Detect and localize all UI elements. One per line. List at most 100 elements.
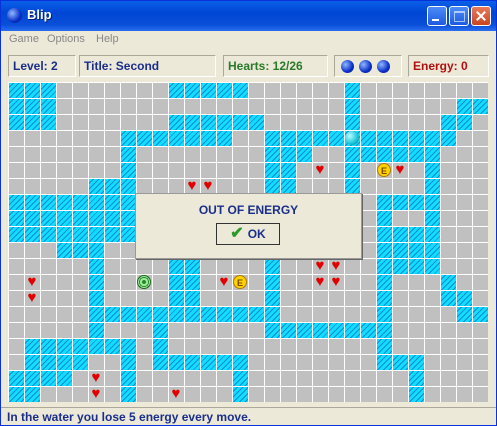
heart-icon: ♥ (395, 161, 405, 178)
water-tile (88, 274, 104, 290)
heart-icon: ♥ (91, 385, 101, 402)
water-tile (168, 274, 200, 290)
water-tile (264, 130, 456, 146)
heart-icon: ♥ (331, 273, 341, 290)
water-tile (376, 338, 392, 354)
heart-icon: ♥ (27, 273, 37, 290)
checkmark-icon: ✔ (230, 225, 244, 242)
water-tile (424, 162, 440, 178)
heart-icon: ♥ (315, 257, 325, 274)
target-icon (137, 275, 151, 289)
water-tile (344, 114, 360, 130)
menu-help[interactable]: Help (96, 33, 119, 45)
water-tile (376, 274, 392, 290)
heart-icon: ♥ (315, 161, 325, 178)
water-tile (264, 322, 392, 338)
water-tile (376, 194, 424, 210)
water-tile (232, 386, 248, 402)
water-tile (120, 162, 136, 178)
water-tile (408, 386, 424, 402)
water-tile (168, 114, 264, 130)
water-tile (8, 114, 56, 130)
water-tile (424, 194, 440, 210)
water-tile (120, 130, 232, 146)
hint-bar: In the water you lose 5 energy every mov… (1, 407, 496, 426)
water-tile (120, 146, 136, 162)
water-tile (120, 370, 136, 386)
water-tile (120, 386, 136, 402)
water-tile (376, 290, 392, 306)
menu-options[interactable]: Options (47, 33, 85, 45)
close-button[interactable] (471, 6, 491, 26)
water-tile (8, 226, 136, 242)
water-tile (456, 306, 488, 322)
water-tile (88, 258, 104, 274)
life-ball-icon (341, 60, 354, 73)
heart-icon: ♥ (27, 289, 37, 306)
water-tile (56, 242, 104, 258)
menu-game[interactable]: Game (9, 33, 39, 45)
water-tile (88, 306, 264, 322)
water-tile (152, 354, 248, 370)
out-of-energy-dialog: OUT OF ENERGY ✔ OK (135, 193, 362, 259)
water-tile (8, 210, 136, 226)
heart-icon: ♥ (203, 177, 213, 194)
energy-pickup-icon: E (377, 163, 391, 177)
water-tile (120, 338, 136, 354)
heart-icon: ♥ (219, 273, 229, 290)
water-tile (264, 306, 280, 322)
water-tile (120, 354, 136, 370)
water-tile (376, 258, 440, 274)
water-tile (344, 146, 440, 162)
energy-pickup-icon: E (233, 275, 247, 289)
water-tile (152, 322, 168, 338)
blue-ball-icon (7, 8, 22, 23)
heart-icon: ♥ (315, 273, 325, 290)
lives-display (334, 55, 402, 77)
ok-button[interactable]: ✔ OK (216, 223, 280, 245)
heart-icon: ♥ (171, 385, 181, 402)
water-tile (88, 322, 104, 338)
level-display: Level: 2 (8, 55, 76, 77)
heart-icon: ♥ (187, 177, 197, 194)
title-bar[interactable]: Blip (1, 1, 496, 31)
water-tile (440, 290, 472, 306)
water-tile (424, 178, 440, 194)
water-tile (168, 82, 248, 98)
water-tile (264, 290, 280, 306)
water-tile (264, 178, 296, 194)
water-tile (344, 82, 360, 98)
water-tile (8, 386, 40, 402)
water-tile (376, 242, 440, 258)
water-tile (264, 274, 280, 290)
life-ball-icon (359, 60, 372, 73)
window-title: Blip (27, 7, 52, 22)
dialog-message: OUT OF ENERGY (198, 203, 299, 217)
energy-display: Energy: 0 (408, 55, 489, 77)
water-tile (8, 82, 56, 98)
water-tile (424, 210, 440, 226)
water-tile (8, 98, 56, 114)
maximize-button[interactable] (449, 6, 469, 26)
water-tile (344, 178, 360, 194)
water-tile (440, 274, 456, 290)
water-tile (168, 290, 200, 306)
water-tile (376, 210, 392, 226)
water-tile (456, 98, 488, 114)
water-tile (408, 370, 424, 386)
water-tile (152, 338, 168, 354)
level-title-display: Title: Second (79, 55, 216, 77)
ok-label: OK (247, 227, 266, 241)
water-tile (232, 370, 248, 386)
water-tile (168, 258, 200, 274)
water-tile (376, 226, 440, 242)
water-tile (88, 290, 104, 306)
minimize-button[interactable] (427, 6, 447, 26)
menu-bar: Game Options Help (1, 31, 496, 49)
water-tile (344, 162, 360, 178)
water-tile (264, 258, 280, 274)
hearts-counter: Hearts: 12/26 (223, 55, 328, 77)
life-ball-icon (377, 60, 390, 73)
water-tile (8, 194, 136, 210)
water-tile (88, 178, 136, 194)
